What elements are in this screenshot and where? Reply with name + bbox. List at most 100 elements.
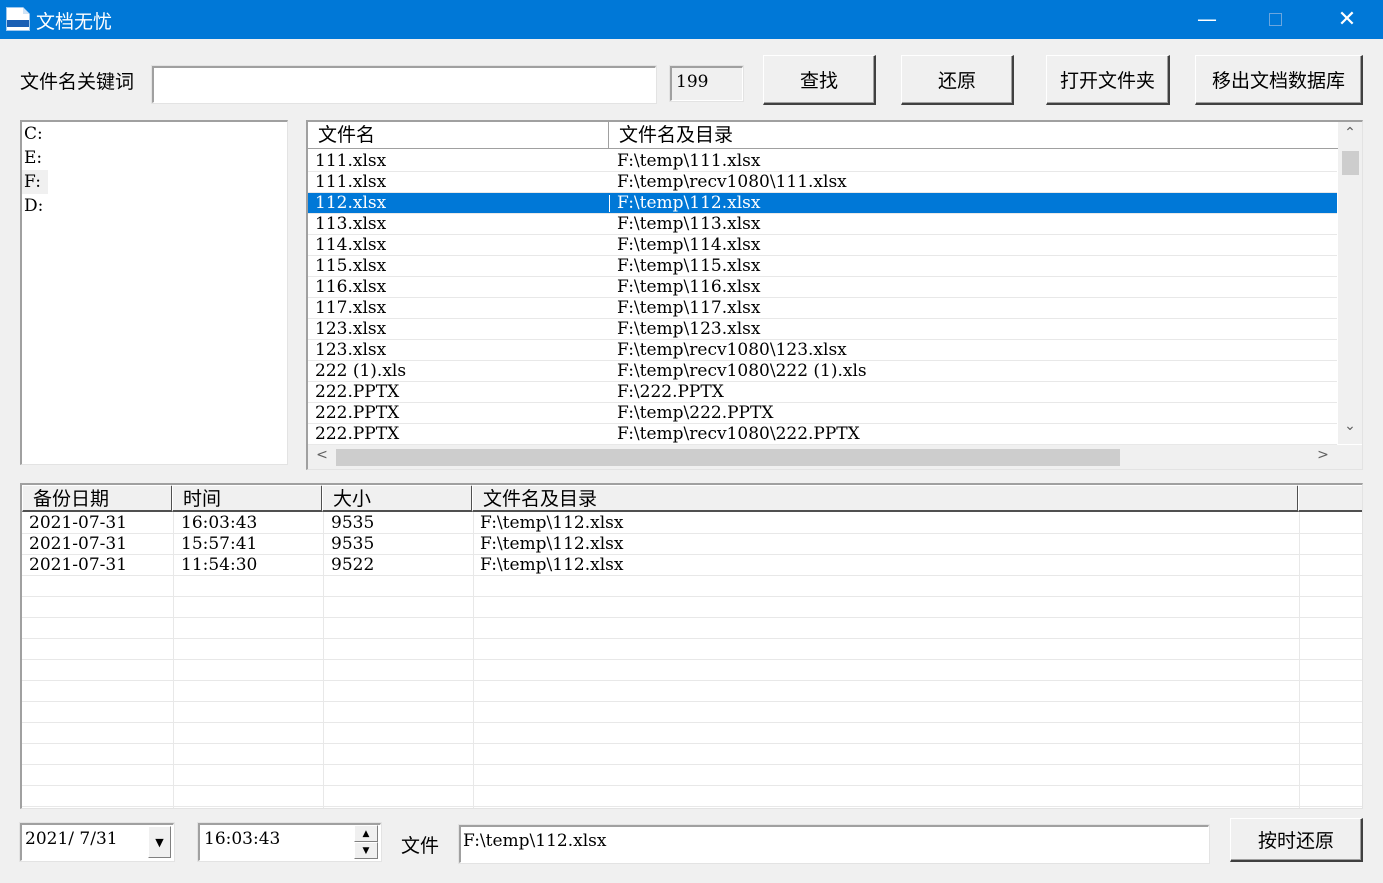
file-name-cell: 111.xlsx <box>315 151 387 171</box>
file-path-cell: F:\temp\112.xlsx <box>617 193 761 213</box>
drive-list[interactable]: C: E: F: D: <box>20 120 288 465</box>
scroll-right-icon[interactable]: > <box>1311 447 1335 463</box>
column-header-filename[interactable]: 文件名 <box>308 122 609 149</box>
time-value: 16:03:43 <box>204 829 281 849</box>
file-path-cell: F:\temp\recv1080\111.xlsx <box>617 172 847 192</box>
file-name-cell: 117.xlsx <box>315 298 387 318</box>
window-title: 文档无忧 <box>36 11 113 33</box>
scroll-left-icon[interactable]: < <box>310 447 334 463</box>
file-name-cell: 116.xlsx <box>315 277 387 297</box>
open-folder-button[interactable]: 打开文件夹 <box>1046 55 1170 105</box>
file-list[interactable]: 文件名 文件名及目录 111.xlsx F:\temp\111.xlsx 111.x… <box>306 120 1363 470</box>
vertical-scroll-thumb[interactable] <box>1342 151 1359 175</box>
file-path-value: F:\temp\112.xlsx <box>463 831 607 851</box>
file-label: 文件 <box>401 835 440 857</box>
restore-by-time-button[interactable]: 按时还原 <box>1230 818 1363 862</box>
file-row[interactable]: 111.xlsx F:\temp\111.xlsx <box>308 151 1337 172</box>
column-header-empty <box>1298 485 1362 512</box>
file-row[interactable]: 117.xlsx F:\temp\117.xlsx <box>308 298 1337 319</box>
file-row[interactable]: 123.xlsx F:\temp\123.xlsx <box>308 319 1337 340</box>
keyword-label: 文件名关键词 <box>20 71 135 93</box>
file-name-cell: 113.xlsx <box>315 214 387 234</box>
backup-path-cell: F:\temp\112.xlsx <box>480 555 624 575</box>
file-path-cell: F:\temp\115.xlsx <box>617 256 761 276</box>
backup-date-cell: 2021-07-31 <box>29 534 128 554</box>
file-path-cell: F:\222.PPTX <box>617 382 724 402</box>
file-path-cell: F:\temp\114.xlsx <box>617 235 761 255</box>
file-row[interactable]: 222 (1).xls F:\temp\recv1080\222 (1).xls <box>308 361 1337 382</box>
minimize-button[interactable]: — <box>1184 0 1230 39</box>
drive-item[interactable]: D: <box>22 194 287 218</box>
time-picker[interactable]: 16:03:43 ▲ ▼ <box>197 822 382 862</box>
file-path-cell: F:\temp\recv1080\222 (1).xls <box>617 361 867 381</box>
backup-path-cell: F:\temp\112.xlsx <box>480 534 624 554</box>
date-picker[interactable]: 2021/ 7/31 ▼ <box>19 822 175 862</box>
dropdown-icon[interactable]: ▼ <box>148 826 171 858</box>
file-path-cell: F:\temp\116.xlsx <box>617 277 761 297</box>
file-path-cell: F:\temp\222.PPTX <box>617 403 774 423</box>
backup-table[interactable]: 备份日期 时间 大小 文件名及目录 2021-07-31 16:03:43 9535… <box>20 483 1363 809</box>
column-header-time[interactable]: 时间 <box>172 485 323 512</box>
column-header-path[interactable]: 文件名及目录 <box>609 122 1339 149</box>
column-header-backup-path[interactable]: 文件名及目录 <box>472 485 1299 512</box>
keyword-input[interactable] <box>151 65 657 104</box>
find-button[interactable]: 查找 <box>763 55 876 105</box>
file-row[interactable]: 222.PPTX F:\temp\recv1080\222.PPTX <box>308 424 1337 445</box>
file-name-cell: 115.xlsx <box>315 256 387 276</box>
scroll-down-icon[interactable]: ⌄ <box>1338 418 1362 434</box>
file-row[interactable]: 222.PPTX F:\222.PPTX <box>308 382 1337 403</box>
backup-row[interactable]: 2021-07-31 16:03:43 9535 F:\temp\112.xlsx <box>22 513 1362 534</box>
file-row[interactable]: 222.PPTX F:\temp\222.PPTX <box>308 403 1337 424</box>
file-row[interactable]: 123.xlsx F:\temp\recv1080\123.xlsx <box>308 340 1337 361</box>
result-count: 199 <box>676 72 709 92</box>
spin-up-icon[interactable]: ▲ <box>354 825 378 842</box>
drive-item[interactable]: E: <box>22 146 287 170</box>
file-path-cell: F:\temp\113.xlsx <box>617 214 761 234</box>
file-name-cell: 123.xlsx <box>315 319 387 339</box>
drive-item[interactable]: F: <box>22 170 48 194</box>
file-path-cell: F:\temp\recv1080\123.xlsx <box>617 340 847 360</box>
backup-size-cell: 9535 <box>331 513 375 533</box>
drive-item[interactable]: C: <box>22 122 287 146</box>
file-row[interactable]: 112.xlsx F:\temp\112.xlsx <box>308 193 1337 214</box>
horizontal-scroll-thumb[interactable] <box>336 449 1120 466</box>
file-name-cell: 222.PPTX <box>315 403 400 423</box>
backup-time-cell: 15:57:41 <box>181 534 258 554</box>
file-name-cell: 222.PPTX <box>315 424 400 444</box>
date-value: 2021/ 7/31 <box>25 829 118 849</box>
file-path-field[interactable]: F:\temp\112.xlsx <box>458 824 1210 864</box>
backup-date-cell: 2021-07-31 <box>29 513 128 533</box>
horizontal-scrollbar[interactable]: < > <box>308 445 1338 469</box>
file-row[interactable]: 115.xlsx F:\temp\115.xlsx <box>308 256 1337 277</box>
backup-date-cell: 2021-07-31 <box>29 555 128 575</box>
app-icon <box>6 7 30 31</box>
column-header-backup-date[interactable]: 备份日期 <box>22 485 173 512</box>
file-path-cell: F:\temp\123.xlsx <box>617 319 761 339</box>
scroll-up-icon[interactable]: ⌃ <box>1338 125 1362 141</box>
maximize-button[interactable] <box>1253 0 1299 39</box>
file-row[interactable]: 111.xlsx F:\temp\recv1080\111.xlsx <box>308 172 1337 193</box>
column-header-size[interactable]: 大小 <box>322 485 473 512</box>
backup-row[interactable]: 2021-07-31 11:54:30 9522 F:\temp\112.xlsx <box>22 555 1362 576</box>
file-row[interactable]: 116.xlsx F:\temp\116.xlsx <box>308 277 1337 298</box>
close-button[interactable]: ✕ <box>1324 0 1370 39</box>
file-row[interactable]: 114.xlsx F:\temp\114.xlsx <box>308 235 1337 256</box>
scroll-corner <box>1338 445 1362 469</box>
file-path-cell: F:\temp\111.xlsx <box>617 151 761 171</box>
result-count-field: 199 <box>669 65 744 102</box>
backup-path-cell: F:\temp\112.xlsx <box>480 513 624 533</box>
backup-time-cell: 16:03:43 <box>181 513 258 533</box>
backup-size-cell: 9522 <box>331 555 375 575</box>
vertical-scrollbar[interactable]: ⌃ ⌄ <box>1338 122 1362 444</box>
backup-row[interactable]: 2021-07-31 15:57:41 9535 F:\temp\112.xlsx <box>22 534 1362 555</box>
file-name-cell: 112.xlsx <box>315 193 387 213</box>
backup-time-cell: 11:54:30 <box>181 555 258 575</box>
remove-from-database-button[interactable]: 移出文档数据库 <box>1195 55 1363 105</box>
file-name-cell: 222.PPTX <box>315 382 400 402</box>
file-name-cell: 222 (1).xls <box>315 361 407 381</box>
spin-down-icon[interactable]: ▼ <box>354 842 378 859</box>
file-name-cell: 111.xlsx <box>315 172 387 192</box>
file-row[interactable]: 113.xlsx F:\temp\113.xlsx <box>308 214 1337 235</box>
restore-button[interactable]: 还原 <box>901 55 1014 105</box>
file-name-cell: 123.xlsx <box>315 340 387 360</box>
